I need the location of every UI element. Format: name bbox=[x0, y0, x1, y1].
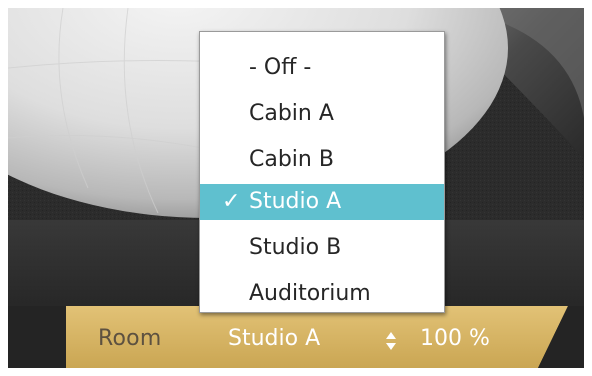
check-icon: ✓ bbox=[222, 189, 241, 214]
menu-item-auditorium[interactable]: Auditorium bbox=[200, 276, 444, 312]
menu-item-label: Auditorium bbox=[249, 281, 371, 306]
menu-item-label: Studio B bbox=[249, 235, 342, 260]
menu-item-studio-a[interactable]: ✓ Studio A bbox=[200, 184, 444, 220]
room-amount-value[interactable]: 100 % bbox=[420, 326, 490, 351]
room-preset-selector[interactable]: Studio A bbox=[228, 326, 320, 351]
menu-item-studio-b[interactable]: Studio B bbox=[200, 230, 444, 266]
plugin-panel: Room Studio A 100 % - Off - Cabin A Cabi… bbox=[8, 8, 584, 368]
menu-item-cabin-b[interactable]: Cabin B bbox=[200, 142, 444, 178]
up-down-arrows-icon[interactable] bbox=[385, 331, 397, 351]
menu-item-label: Cabin A bbox=[249, 101, 334, 126]
menu-item-cabin-a[interactable]: Cabin A bbox=[200, 96, 444, 132]
room-preset-dropdown: - Off - Cabin A Cabin B ✓ Studio A Studi… bbox=[199, 31, 445, 313]
menu-item-off[interactable]: - Off - bbox=[200, 50, 444, 86]
menu-item-label: Studio A bbox=[249, 189, 342, 214]
menu-item-label: Cabin B bbox=[249, 147, 334, 172]
menu-item-label: - Off - bbox=[249, 55, 312, 80]
